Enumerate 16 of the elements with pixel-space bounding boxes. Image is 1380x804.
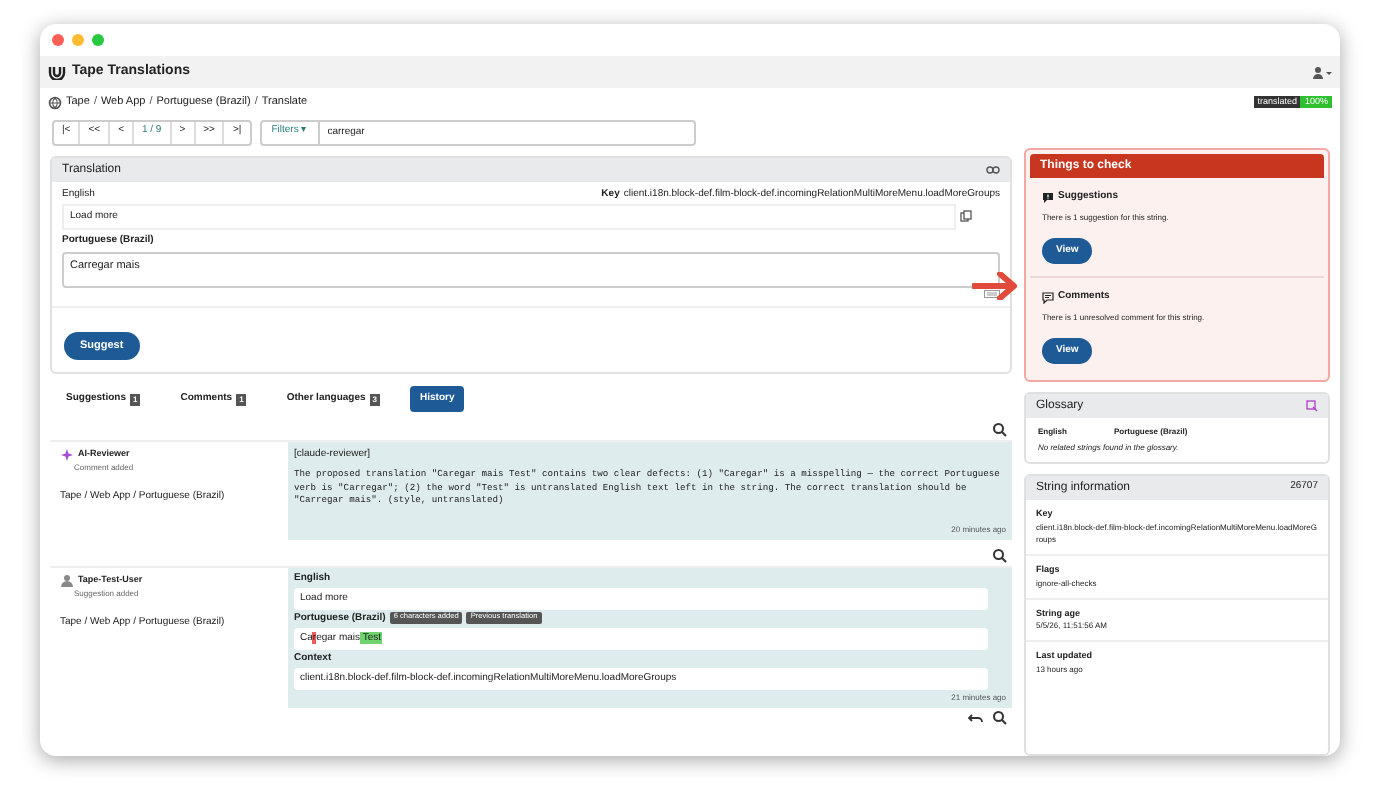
- add-term-icon[interactable]: [1306, 400, 1318, 412]
- sparkle-icon: [60, 447, 74, 461]
- link-icon[interactable]: [986, 166, 1000, 174]
- copy-icon[interactable]: [960, 210, 972, 223]
- zoom-icon[interactable]: [992, 709, 1008, 725]
- user-menu-icon[interactable]: [1312, 65, 1332, 79]
- logo-icon: [48, 64, 66, 80]
- undo-icon[interactable]: [968, 711, 984, 723]
- alert-icon: [1042, 191, 1054, 204]
- project-icon: [48, 95, 62, 109]
- keyboard-icon[interactable]: [984, 289, 1000, 297]
- pointer-arrow: [972, 272, 1020, 300]
- zoom-icon[interactable]: [992, 547, 1008, 563]
- comment-icon: [1042, 291, 1054, 304]
- user-icon: [60, 573, 74, 587]
- zoom-icon[interactable]: [992, 421, 1008, 437]
